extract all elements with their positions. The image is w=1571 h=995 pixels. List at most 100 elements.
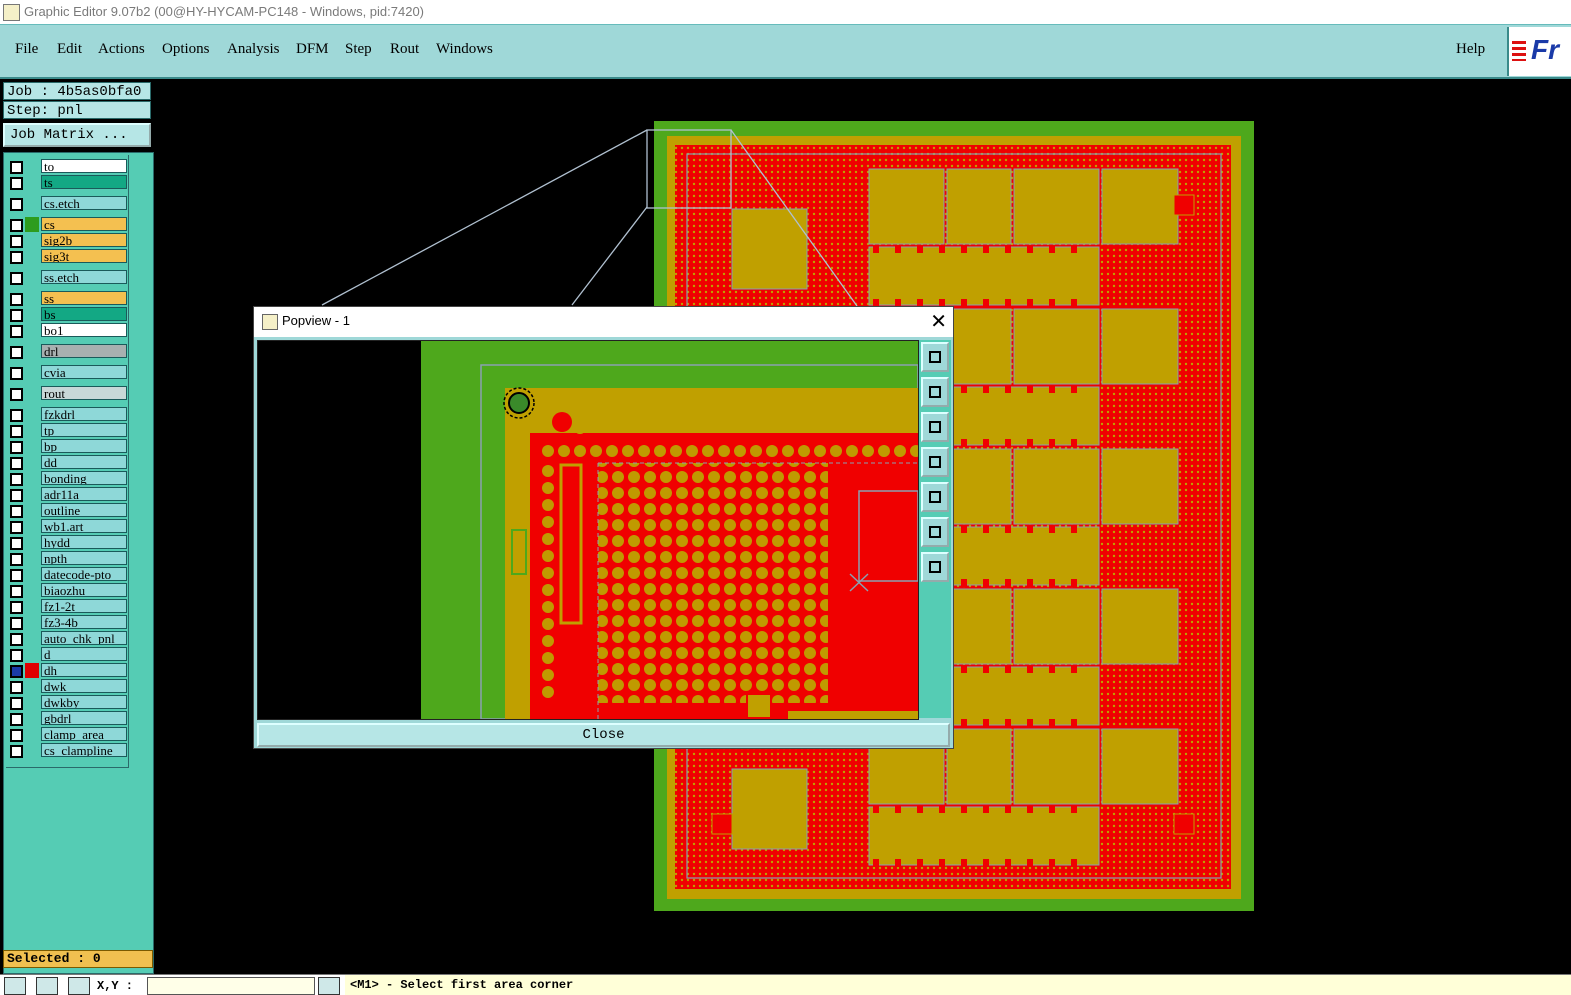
layer-color-swatch[interactable] [25, 567, 39, 582]
layer-checkbox[interactable] [10, 219, 23, 232]
layer-row-gbdrl[interactable]: gbdrl [6, 711, 128, 726]
layer-name[interactable]: sig3t [41, 249, 127, 263]
layer-row-hydd[interactable]: hydd [6, 535, 128, 550]
layer-checkbox[interactable] [10, 665, 23, 678]
layer-checkbox[interactable] [10, 441, 23, 454]
layer-row-biaozhu[interactable]: biaozhu [6, 583, 128, 598]
layer-row-drl[interactable]: drl [6, 344, 128, 359]
layer-name[interactable]: cvia [41, 365, 127, 379]
layer-name[interactable]: biaozhu [41, 583, 127, 597]
layer-row-ss[interactable]: ss [6, 291, 128, 306]
layer-color-swatch[interactable] [25, 407, 39, 422]
layer-color-swatch[interactable] [25, 743, 39, 758]
layer-checkbox[interactable] [10, 309, 23, 322]
layer-name[interactable]: adr11a [41, 487, 127, 501]
layer-row-fzkdrl[interactable]: fzkdrl [6, 407, 128, 422]
pan-down-icon[interactable] [921, 412, 949, 442]
layer-checkbox[interactable] [10, 745, 23, 758]
layer-color-swatch[interactable] [25, 647, 39, 662]
layer-row-ts[interactable]: ts [6, 175, 128, 190]
layer-name[interactable]: gbdrl [41, 711, 127, 725]
layer-name[interactable]: fz3-4b [41, 615, 127, 629]
layer-name[interactable]: datecode-pto [41, 567, 127, 581]
layer-checkbox[interactable] [10, 457, 23, 470]
cancel-tool-icon[interactable] [36, 977, 58, 995]
pan-right-icon[interactable] [921, 482, 949, 512]
layer-name[interactable]: wb1.art [41, 519, 127, 533]
layer-name[interactable]: ss [41, 291, 127, 305]
layer-name[interactable]: rout [41, 386, 127, 400]
layer-color-swatch[interactable] [25, 455, 39, 470]
layer-name[interactable]: bo1 [41, 323, 127, 337]
zoom-in-icon[interactable] [921, 552, 949, 582]
layer-checkbox[interactable] [10, 235, 23, 248]
layer-name[interactable]: dwkby [41, 695, 127, 709]
layer-name[interactable]: d [41, 647, 127, 661]
layer-color-swatch[interactable] [25, 487, 39, 502]
layer-color-swatch[interactable] [25, 344, 39, 359]
layer-color-swatch[interactable] [25, 365, 39, 380]
popview-canvas[interactable] [257, 340, 919, 720]
layer-row-datecode-pto[interactable]: datecode-pto [6, 567, 128, 582]
layer-name[interactable]: clamp_area [41, 727, 127, 741]
layer-row-cvia[interactable]: cvia [6, 365, 128, 380]
menu-step[interactable]: Step [345, 41, 372, 58]
layer-color-swatch[interactable] [25, 679, 39, 694]
layer-name[interactable]: sig2b [41, 233, 127, 247]
layer-checkbox[interactable] [10, 569, 23, 582]
layer-row-sig2b[interactable]: sig2b [6, 233, 128, 248]
layer-row-fz1-2t[interactable]: fz1-2t [6, 599, 128, 614]
layer-row-cs-etch[interactable]: cs.etch [6, 196, 128, 211]
menu-edit[interactable]: Edit [57, 41, 82, 58]
layer-checkbox[interactable] [10, 177, 23, 190]
zoom-fit-icon[interactable] [921, 342, 949, 372]
layer-name[interactable]: cs_clampline [41, 743, 127, 757]
layer-checkbox[interactable] [10, 681, 23, 694]
layer-checkbox[interactable] [10, 367, 23, 380]
layer-color-swatch[interactable] [25, 386, 39, 401]
layer-checkbox[interactable] [10, 585, 23, 598]
layer-checkbox[interactable] [10, 713, 23, 726]
zoom-out-icon[interactable] [921, 517, 949, 547]
layer-checkbox[interactable] [10, 649, 23, 662]
layer-checkbox[interactable] [10, 489, 23, 502]
layer-color-swatch[interactable] [25, 249, 39, 264]
layer-color-swatch[interactable] [25, 159, 39, 174]
layer-name[interactable]: dd [41, 455, 127, 469]
menu-actions[interactable]: Actions [98, 41, 145, 58]
layer-color-swatch[interactable] [25, 291, 39, 306]
layer-row-bonding[interactable]: bonding [6, 471, 128, 486]
layer-checkbox[interactable] [10, 505, 23, 518]
layer-row-dd[interactable]: dd [6, 455, 128, 470]
layer-name[interactable]: ss.etch [41, 270, 127, 284]
layer-color-swatch[interactable] [25, 323, 39, 338]
layer-name[interactable]: dwk [41, 679, 127, 693]
layer-checkbox[interactable] [10, 617, 23, 630]
pan-up-icon[interactable] [921, 377, 949, 407]
layer-row-fz3-4b[interactable]: fz3-4b [6, 615, 128, 630]
layer-checkbox[interactable] [10, 388, 23, 401]
layer-row-ss-etch[interactable]: ss.etch [6, 270, 128, 285]
info-tool-icon[interactable] [318, 977, 340, 995]
layer-checkbox[interactable] [10, 409, 23, 422]
layer-color-swatch[interactable] [25, 727, 39, 742]
menu-dfm[interactable]: DFM [296, 41, 329, 58]
layer-color-swatch[interactable] [25, 519, 39, 534]
menu-rout[interactable]: Rout [390, 41, 419, 58]
grid-tool-icon[interactable] [68, 977, 90, 995]
layer-color-swatch[interactable] [25, 233, 39, 248]
layer-color-swatch[interactable] [25, 217, 39, 232]
layer-row-bs[interactable]: bs [6, 307, 128, 322]
layer-row-to[interactable]: to [6, 159, 128, 174]
layer-row-rout[interactable]: rout [6, 386, 128, 401]
layer-checkbox[interactable] [10, 251, 23, 264]
menu-help[interactable]: Help [1456, 41, 1485, 58]
layer-checkbox[interactable] [10, 198, 23, 211]
layer-name[interactable]: cs [41, 217, 127, 231]
layer-row-cs-clampline[interactable]: cs_clampline [6, 743, 128, 758]
layer-color-swatch[interactable] [25, 439, 39, 454]
layer-row-dwk[interactable]: dwk [6, 679, 128, 694]
layer-name[interactable]: dh [41, 663, 127, 677]
layer-checkbox[interactable] [10, 697, 23, 710]
layer-row-bp[interactable]: bp [6, 439, 128, 454]
